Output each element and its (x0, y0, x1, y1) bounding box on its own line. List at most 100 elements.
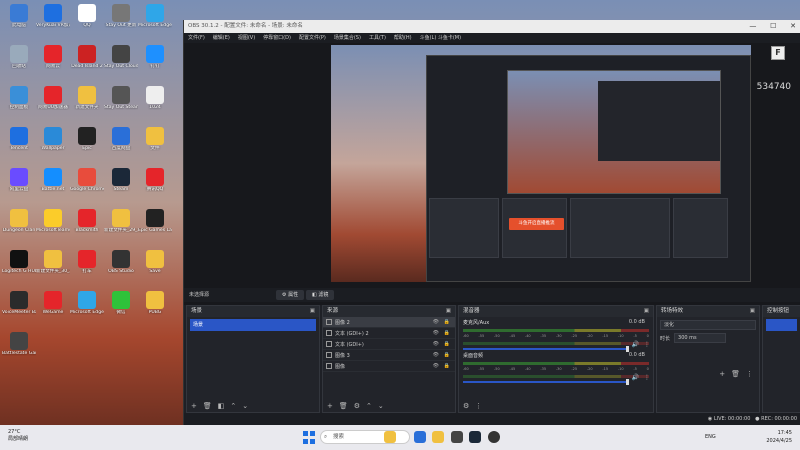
move-down-icon[interactable]: ⌄ (242, 402, 248, 410)
desktop-icon[interactable]: 微信 (104, 289, 138, 329)
menu-edit[interactable]: 编辑(E) (213, 33, 230, 43)
move-up-icon[interactable]: ⌃ (230, 402, 236, 410)
desktop-icon[interactable]: Microsoft Edge (138, 2, 172, 42)
desktop-icon[interactable]: 控制面板 (2, 84, 36, 124)
menu-file[interactable]: 文件(F) (188, 33, 205, 43)
maximize-icon[interactable]: ☐ (770, 22, 776, 30)
desktop-icon[interactable]: WeGame (36, 289, 70, 329)
desktop-icon[interactable]: Blackmith (70, 207, 104, 247)
dock-options-icon[interactable]: ▣ (310, 306, 315, 317)
desktop-icon[interactable]: Battle.net (36, 166, 70, 206)
taskbar-app-icon[interactable] (451, 431, 463, 443)
speaker-icon[interactable]: 🔊 (632, 341, 639, 348)
obs-taskbar-icon[interactable] (488, 431, 500, 443)
transition-type-select[interactable]: 淡化 (660, 320, 756, 330)
source-item[interactable]: 图像 2 👁 🔒 (323, 317, 455, 328)
desktop-icon[interactable]: Battlestate Games L... (2, 330, 36, 370)
start-streaming-button[interactable] (766, 319, 797, 331)
lock-icon[interactable]: 🔒 (444, 352, 450, 358)
menu-docks[interactable]: 停靠窗口(D) (263, 33, 291, 43)
desktop-icon[interactable]: 文件 (138, 125, 172, 165)
dock-options-icon[interactable]: ▣ (446, 306, 451, 317)
desktop-icon[interactable]: Stay Out 更新 (104, 2, 138, 42)
speaker-icon[interactable]: 🔊 (632, 374, 639, 381)
minimize-icon[interactable]: — (749, 22, 756, 30)
remove-source-icon[interactable]: 🗑 (339, 402, 348, 410)
preview-canvas[interactable]: 斗鱼开启直播推流 (331, 45, 751, 282)
taskbar-app-icon[interactable] (414, 431, 426, 443)
file-explorer-icon[interactable] (432, 431, 444, 443)
desktop-icon[interactable]: Steam (104, 166, 138, 206)
preview-area[interactable]: 斗鱼开启直播推流 F 534740 (184, 43, 800, 305)
desktop-icon[interactable]: Tencent (2, 125, 36, 165)
duration-input[interactable]: 300 ms (674, 333, 727, 343)
lock-icon[interactable]: 🔒 (444, 330, 450, 336)
steam-icon[interactable] (469, 431, 481, 443)
desktop-icon[interactable]: Microsoft Edge (70, 289, 104, 329)
menu-tools[interactable]: 工具(T) (369, 33, 386, 43)
menu-profile[interactable]: 配置文件(P) (299, 33, 326, 43)
desktop-icon[interactable]: 钉钉 (138, 43, 172, 83)
move-down-icon[interactable]: ⌄ (378, 402, 384, 410)
desktop-icon[interactable]: 打车 (70, 248, 104, 288)
system-clock[interactable]: 17:45 2024/4/25 (766, 429, 792, 445)
desktop-icon[interactable]: OBS Studio (104, 248, 138, 288)
desktop-icon[interactable]: Epic (70, 125, 104, 165)
close-icon[interactable]: ✕ (790, 22, 796, 30)
desktop-icon[interactable]: VeryKuai VR加速器 (36, 2, 70, 42)
desktop-icon[interactable]: Logitech G HUB (2, 248, 36, 288)
start-button[interactable] (303, 431, 315, 444)
desktop-icon[interactable]: Epic Games Launcher (138, 207, 172, 247)
desktop-icon[interactable]: 回收站 (2, 43, 36, 83)
desktop-icon[interactable]: Save (138, 248, 172, 288)
desktop-icon[interactable]: Google Chrome (70, 166, 104, 206)
desktop-icon[interactable]: 此电脑 (2, 2, 36, 42)
desktop-icon[interactable]: Dead Island 2 (70, 43, 104, 83)
taskbar-search[interactable]: ⌕ 搜索 (320, 430, 410, 444)
desktop-icon[interactable]: 网易云 (36, 43, 70, 83)
desktop-icon[interactable]: 1024 (138, 84, 172, 124)
taskbar-app-icon[interactable] (384, 431, 396, 443)
desktop-icon[interactable]: 新建文件夹 (70, 84, 104, 124)
source-item[interactable]: 文本 (GDI+) 2 👁 🔒 (323, 328, 455, 339)
lock-icon[interactable]: 🔒 (444, 341, 450, 347)
dock-options-icon[interactable]: ▣ (750, 306, 755, 317)
desktop-icon[interactable]: QQ (70, 2, 104, 42)
desktop-icon[interactable]: Dungeon Clan (2, 207, 36, 247)
channel-menu-icon[interactable]: ⋮ (644, 374, 650, 381)
desktop-icon[interactable]: 新建文件夹_29_2023 (104, 207, 138, 247)
remove-scene-icon[interactable]: 🗑 (203, 402, 212, 410)
menu-douyu[interactable]: 斗鱼(L) 斗鱼卡(M) (420, 33, 462, 43)
desktop-icon[interactable]: 百度网盘 (104, 125, 138, 165)
visibility-icon[interactable]: 👁 (433, 363, 439, 369)
desktop-icon[interactable]: VoiceMeeter Banana (2, 289, 36, 329)
menu-view[interactable]: 视图(V) (238, 33, 255, 43)
desktop-icon[interactable]: 网易UU加速器 (36, 84, 70, 124)
source-item[interactable]: 文本 (GDI+) 👁 🔒 (323, 339, 455, 350)
desktop-icon[interactable]: 新建文件夹_30_2023 (36, 248, 70, 288)
desktop-icon[interactable]: 腾讯QQ (138, 166, 172, 206)
filters-button[interactable]: ◧ 滤镜 (306, 290, 335, 300)
move-up-icon[interactable]: ⌃ (366, 402, 372, 410)
visibility-icon[interactable]: 👁 (433, 330, 439, 336)
desktop-icon[interactable]: PUBG (138, 289, 172, 329)
transition-menu-icon[interactable]: ⋮ (746, 370, 753, 378)
audio-settings-icon[interactable]: ⚙ (463, 402, 469, 410)
weather-widget[interactable]: 27°C 局部晴朗 (8, 429, 28, 443)
desktop-icon[interactable]: 阿里云盘 (2, 166, 36, 206)
add-scene-icon[interactable]: + (191, 402, 197, 410)
remove-transition-icon[interactable]: 🗑 (731, 370, 740, 378)
visibility-icon[interactable]: 👁 (433, 352, 439, 358)
lock-icon[interactable]: 🔒 (444, 319, 450, 325)
add-transition-icon[interactable]: + (719, 370, 725, 378)
visibility-icon[interactable]: 👁 (433, 341, 439, 347)
scene-item[interactable]: 场景 (190, 319, 316, 331)
mixer-menu-icon[interactable]: ⋮ (475, 402, 482, 410)
menu-scene-collection[interactable]: 场景集合(S) (334, 33, 361, 43)
add-source-icon[interactable]: + (327, 402, 333, 410)
menu-help[interactable]: 帮助(H) (394, 33, 412, 43)
desktop-icon[interactable]: Stay Out Steam (104, 84, 138, 124)
volume-slider[interactable] (463, 379, 629, 385)
source-settings-icon[interactable]: ⚙ (354, 402, 360, 410)
scene-filter-icon[interactable]: ◧ (218, 402, 225, 410)
